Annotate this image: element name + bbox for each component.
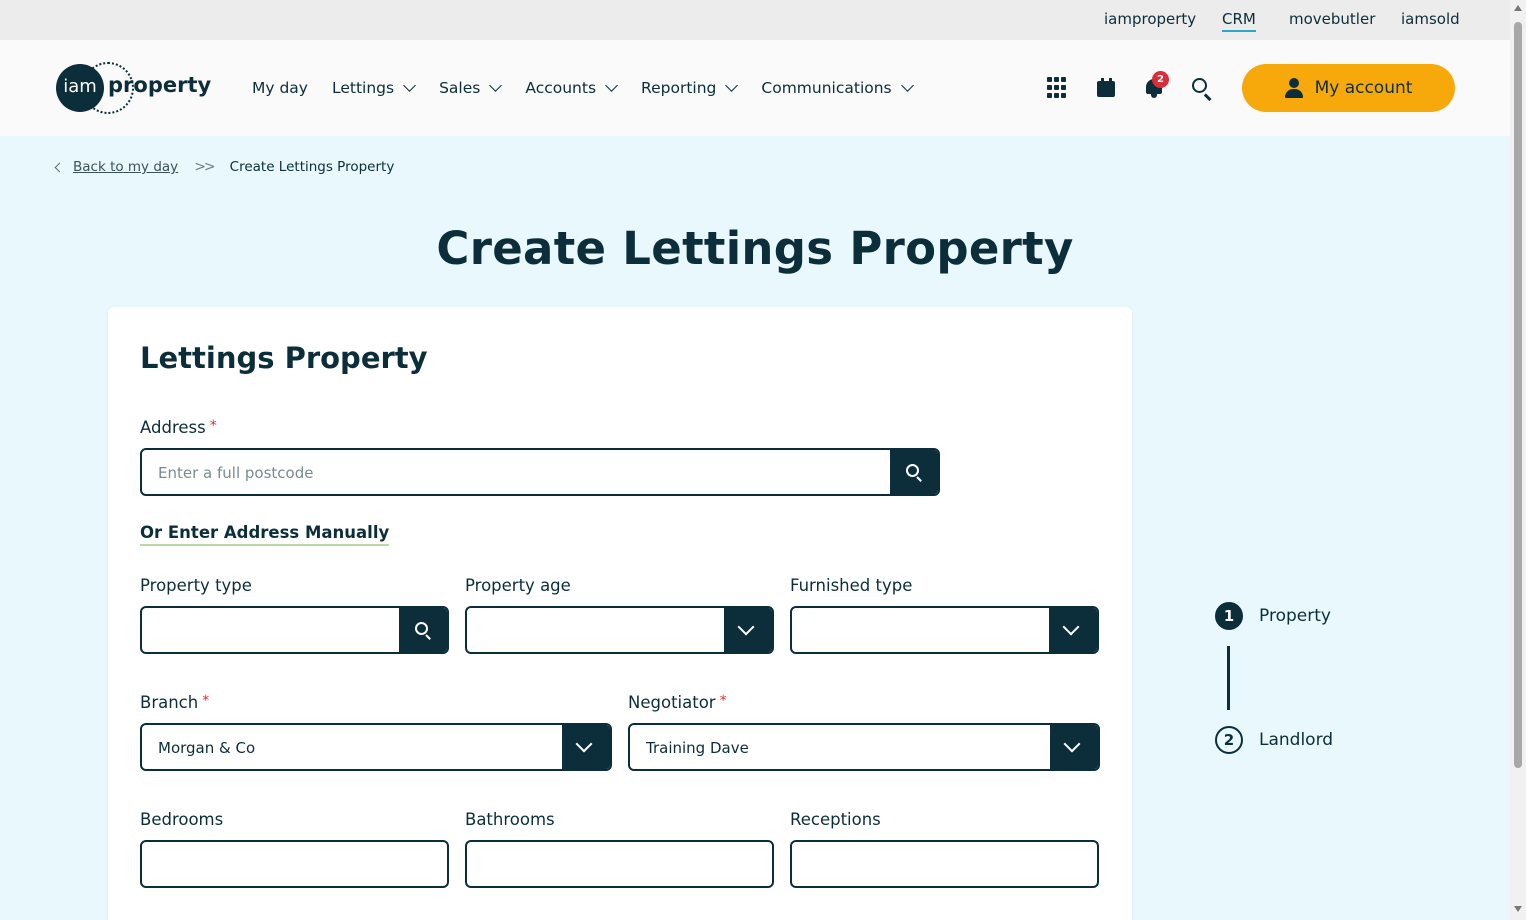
required-marker: * xyxy=(719,693,727,709)
branch-dropdown-button[interactable] xyxy=(562,725,610,769)
util-link-crm[interactable]: CRM xyxy=(1222,10,1256,32)
branch-select[interactable]: Morgan & Co xyxy=(140,723,612,771)
negotiator-label-text: Negotiator xyxy=(628,693,716,712)
chevron-down-icon xyxy=(489,79,503,92)
nav-item-reporting[interactable]: Reporting xyxy=(641,78,739,98)
logo-text: property xyxy=(108,73,212,97)
nav-item-my-day[interactable]: My day xyxy=(252,78,308,98)
property-type-field[interactable] xyxy=(140,606,449,654)
calendar-icon[interactable] xyxy=(1096,77,1118,99)
chevron-down-icon xyxy=(900,79,914,92)
property-age-label: Property age xyxy=(465,576,571,595)
property-age-select[interactable] xyxy=(465,606,774,654)
page-title: Create Lettings Property xyxy=(436,222,1074,275)
furnished-type-label: Furnished type xyxy=(790,576,913,595)
notification-badge: 2 xyxy=(1152,71,1169,88)
branch-value: Morgan & Co xyxy=(158,739,256,757)
step-label: Property xyxy=(1259,606,1331,626)
property-age-dropdown-button[interactable] xyxy=(724,608,772,652)
chevron-down-icon xyxy=(575,735,593,753)
branch-label-text: Branch xyxy=(140,693,199,712)
required-marker: * xyxy=(202,693,210,709)
furnished-type-dropdown-button[interactable] xyxy=(1049,608,1097,652)
chevron-down-icon xyxy=(1063,735,1081,753)
util-link-iamproperty[interactable]: iamproperty xyxy=(1104,10,1196,28)
receptions-input[interactable] xyxy=(790,840,1099,888)
branch-label: Branch * xyxy=(140,693,209,712)
nav-item-label: Accounts xyxy=(525,79,597,97)
bedrooms-input[interactable] xyxy=(140,840,449,888)
bathrooms-label: Bathrooms xyxy=(465,810,555,829)
nav-item-label: Reporting xyxy=(641,79,717,97)
chevron-left-icon xyxy=(54,162,65,172)
breadcrumb: Back to my day >> Create Lettings Proper… xyxy=(54,158,395,176)
person-icon xyxy=(1284,78,1303,98)
scroll-thumb[interactable] xyxy=(1514,22,1522,768)
nav-item-label: My day xyxy=(252,79,308,97)
logo-circle: iam xyxy=(56,64,104,112)
scroll-up-arrow-icon[interactable] xyxy=(1514,5,1522,11)
iamproperty-logo[interactable]: iam property xyxy=(56,62,211,114)
apps-grid-icon[interactable] xyxy=(1047,77,1069,99)
bathrooms-input[interactable] xyxy=(465,840,774,888)
address-label-text: Address xyxy=(140,418,206,437)
address-label: Address * xyxy=(140,418,217,437)
step-label: Landlord xyxy=(1259,730,1334,750)
property-type-label: Property type xyxy=(140,576,252,595)
page-scrollbar[interactable] xyxy=(1510,0,1526,920)
negotiator-label: Negotiator * xyxy=(628,693,727,712)
breadcrumb-separator-icon: >> xyxy=(194,159,216,175)
main-header: iam property My day Lettings Sales Accou… xyxy=(0,40,1510,136)
step-number: 2 xyxy=(1215,726,1243,754)
nav-item-sales[interactable]: Sales xyxy=(439,78,503,98)
breadcrumb-back-link[interactable]: Back to my day xyxy=(73,159,178,175)
search-icon[interactable] xyxy=(1191,77,1213,101)
form-heading: Lettings Property xyxy=(140,341,428,375)
required-marker: * xyxy=(209,418,217,434)
nav-item-label: Sales xyxy=(439,79,481,97)
nav-item-accounts[interactable]: Accounts xyxy=(525,78,618,98)
my-account-label: My account xyxy=(1314,78,1413,98)
breadcrumb-current: Create Lettings Property xyxy=(229,159,395,175)
nav-item-label: Communications xyxy=(761,79,892,97)
utility-bar: iamproperty CRM movebutler iamsold xyxy=(0,0,1510,40)
nav-item-lettings[interactable]: Lettings xyxy=(331,78,416,98)
scroll-down-arrow-icon[interactable] xyxy=(1514,906,1522,912)
nav-item-communications[interactable]: Communications xyxy=(761,78,914,98)
step-number: 1 xyxy=(1215,602,1243,630)
my-account-button[interactable]: My account xyxy=(1242,64,1455,112)
chevron-down-icon xyxy=(605,79,618,92)
chevron-down-icon xyxy=(737,618,755,636)
negotiator-dropdown-button[interactable] xyxy=(1050,725,1098,769)
nav-item-label: Lettings xyxy=(331,79,395,97)
util-link-movebutler[interactable]: movebutler xyxy=(1289,10,1375,28)
receptions-label: Receptions xyxy=(790,810,881,829)
bedrooms-label: Bedrooms xyxy=(140,810,224,829)
util-link-iamsold[interactable]: iamsold xyxy=(1401,10,1460,28)
property-type-search-button[interactable] xyxy=(399,608,447,652)
stepper-connector xyxy=(1227,646,1230,710)
main-nav: My day Lettings Sales Accounts Reporting… xyxy=(252,78,914,98)
chevron-down-icon xyxy=(725,79,739,92)
form-card: Lettings Property Address * Enter a full … xyxy=(108,307,1132,920)
chevron-down-icon xyxy=(403,79,416,92)
address-search-button[interactable] xyxy=(890,450,938,494)
address-search-field[interactable]: Enter a full postcode xyxy=(140,448,940,496)
furnished-type-select[interactable] xyxy=(790,606,1099,654)
negotiator-value: Training Dave xyxy=(646,739,749,757)
negotiator-select[interactable]: Training Dave xyxy=(628,723,1100,771)
address-placeholder: Enter a full postcode xyxy=(158,464,314,482)
chevron-down-icon xyxy=(1062,618,1080,636)
step-landlord[interactable]: 2 Landlord xyxy=(1215,726,1333,754)
step-property[interactable]: 1 Property xyxy=(1215,602,1331,630)
enter-address-manually-link[interactable]: Or Enter Address Manually xyxy=(140,523,390,546)
